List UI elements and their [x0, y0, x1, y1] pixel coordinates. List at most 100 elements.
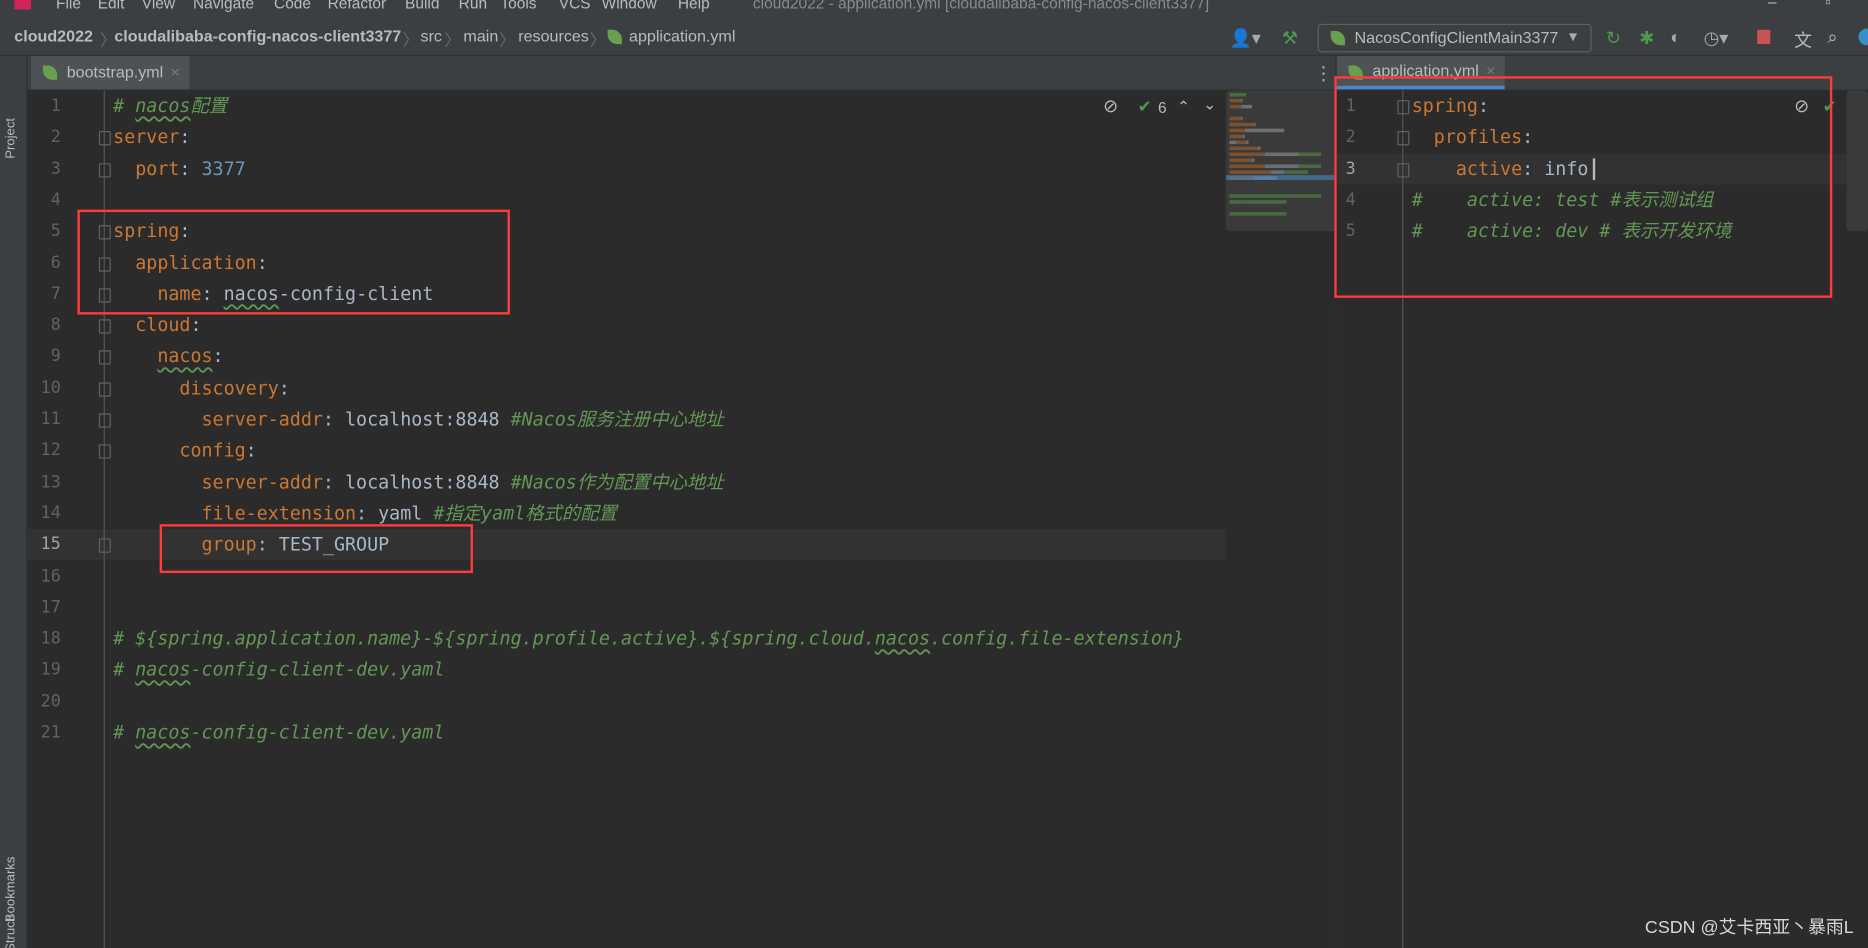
- code-token: # ${spring.application.name}-${spring.pr…: [113, 627, 875, 650]
- line-number: 1: [50, 96, 61, 116]
- profile-icon[interactable]: ◷▾: [1704, 27, 1729, 49]
- minimap-mark: [1242, 212, 1287, 216]
- menu-vcs[interactable]: VCS: [559, 0, 591, 12]
- coverage-icon[interactable]: ◐: [1670, 27, 1681, 47]
- fold-marker-icon[interactable]: [98, 538, 111, 554]
- ide-window: File Edit View Navigate Code Refactor Build Run…: [0, 0, 1868, 948]
- menu-navigate[interactable]: Navigate: [193, 0, 254, 12]
- tab-bootstrap-yml[interactable]: bootstrap.yml ×: [30, 55, 190, 90]
- minimap-current-line: [1225, 175, 1336, 180]
- bookmarks-tool-tab[interactable]: Bookmarks: [4, 857, 18, 923]
- fold-marker-icon[interactable]: [98, 382, 111, 397]
- breadcrumb-resources[interactable]: resources: [518, 27, 589, 45]
- code-line[interactable]: discovery:: [113, 373, 290, 404]
- minimap-mark: [1240, 116, 1243, 121]
- update-icon[interactable]: [1858, 28, 1868, 46]
- menu-run[interactable]: Run: [459, 0, 487, 12]
- menu-file[interactable]: File: [56, 0, 81, 12]
- inspection-ok-icon[interactable]: ✔: [1138, 96, 1152, 116]
- code-token: #: [113, 721, 136, 744]
- close-tab-icon[interactable]: ×: [170, 63, 179, 81]
- watermark: CSDN @艾卡西亚丶暴雨L: [1644, 917, 1854, 938]
- breadcrumb-main[interactable]: main: [463, 27, 498, 45]
- line-number: 19: [40, 660, 61, 680]
- fold-marker-icon[interactable]: [98, 131, 111, 146]
- code-token: server: [113, 126, 180, 149]
- debug-icon[interactable]: ✱: [1639, 27, 1654, 49]
- menu-window[interactable]: Window: [602, 0, 657, 12]
- minimap-mark: [1269, 152, 1299, 157]
- build-hammer-icon[interactable]: ⚒: [1282, 27, 1298, 49]
- code-line[interactable]: # ${spring.application.name}-${spring.pr…: [113, 623, 1184, 654]
- left-minimap[interactable]: [1225, 90, 1336, 232]
- minimap-mark: [1246, 140, 1249, 145]
- code-token: -config-client-dev.yaml: [190, 721, 445, 744]
- code-token: 配置: [190, 95, 228, 117]
- code-line[interactable]: config:: [113, 435, 256, 466]
- code-line[interactable]: nacos:: [113, 341, 223, 372]
- menu-build[interactable]: Build: [405, 0, 439, 12]
- fold-marker-icon[interactable]: [98, 319, 111, 334]
- maximize-button[interactable]: ▫: [1825, 0, 1830, 11]
- minimap-mark: [1229, 146, 1259, 151]
- right-minimap[interactable]: [1846, 90, 1868, 232]
- breadcrumb-src[interactable]: src: [421, 27, 442, 45]
- spring-file-icon: [607, 29, 622, 45]
- highlight-box: [77, 209, 510, 315]
- minimap-mark: [1258, 128, 1285, 133]
- fold-marker-icon[interactable]: [98, 350, 111, 366]
- inspection-count: 6: [1157, 98, 1167, 117]
- project-tool-tab[interactable]: Project: [4, 118, 18, 159]
- fold-marker-icon[interactable]: [98, 413, 111, 428]
- stop-icon[interactable]: [1757, 29, 1771, 45]
- next-highlight-icon[interactable]: ⌄: [1203, 95, 1216, 114]
- code-line[interactable]: server:: [113, 122, 190, 153]
- minimap-mark: [1229, 122, 1255, 127]
- minimap-mark: [1233, 200, 1243, 204]
- run-configuration-select[interactable]: NacosConfigClientMain3377 ▾: [1317, 23, 1592, 53]
- line-number: 21: [40, 723, 61, 743]
- code-token: :: [190, 314, 202, 337]
- code-token: server-addr: [113, 471, 323, 493]
- minimap-mark: [1275, 170, 1285, 174]
- user-icon[interactable]: 👤▾: [1229, 27, 1260, 49]
- code-line[interactable]: server-addr: localhost:8848 #Nacos服务注册中心…: [113, 404, 723, 435]
- code-line[interactable]: port: 3377: [113, 153, 245, 184]
- code-line[interactable]: # nacos-config-client-dev.yaml: [113, 655, 444, 686]
- menu-help[interactable]: Help: [678, 0, 710, 12]
- code-line[interactable]: server-addr: localhost:8848 #Nacos作为配置中心…: [113, 467, 723, 498]
- code-token: port: [113, 157, 180, 180]
- reader-mode-icon[interactable]: ⊘: [1103, 95, 1118, 116]
- breadcrumb-module[interactable]: cloudalibaba-config-nacos-client3377: [114, 27, 401, 45]
- line-number: 10: [40, 378, 61, 398]
- menu-view[interactable]: View: [142, 0, 175, 12]
- spring-file-icon: [42, 65, 58, 80]
- highlight-box: [159, 524, 473, 574]
- code-line[interactable]: # nacos配置: [113, 91, 227, 122]
- minimize-button[interactable]: –: [1768, 0, 1777, 11]
- previous-highlight-icon[interactable]: ⌃: [1177, 98, 1190, 117]
- structure-tool-tab[interactable]: Structure: [4, 916, 18, 948]
- line-number: 14: [40, 503, 61, 523]
- translate-icon[interactable]: 文: [1794, 27, 1812, 52]
- menu-tools[interactable]: Tools: [500, 0, 536, 12]
- code-token: nacos: [135, 95, 191, 117]
- more-options-icon[interactable]: ⋮: [1314, 62, 1333, 86]
- fold-marker-icon[interactable]: [98, 444, 111, 460]
- minimap-mark: [1237, 140, 1247, 145]
- line-number: 12: [40, 441, 61, 461]
- spring-boot-icon: [1330, 30, 1346, 46]
- fold-marker-icon[interactable]: [98, 162, 111, 178]
- menu-edit[interactable]: Edit: [98, 0, 125, 12]
- run-configuration-label: NacosConfigClientMain3377: [1354, 28, 1559, 47]
- code-line[interactable]: # nacos-config-client-dev.yaml: [113, 717, 444, 748]
- breadcrumb-project[interactable]: cloud2022: [14, 27, 93, 45]
- search-icon[interactable]: ⌕: [1828, 27, 1838, 47]
- breadcrumb-file[interactable]: application.yml: [629, 27, 735, 45]
- menu-refactor[interactable]: Refactor: [328, 0, 387, 12]
- menu-code[interactable]: Code: [274, 0, 311, 12]
- code-token: :: [278, 377, 290, 399]
- code-token: yaml: [378, 502, 434, 525]
- rerun-icon[interactable]: ↻: [1606, 27, 1621, 49]
